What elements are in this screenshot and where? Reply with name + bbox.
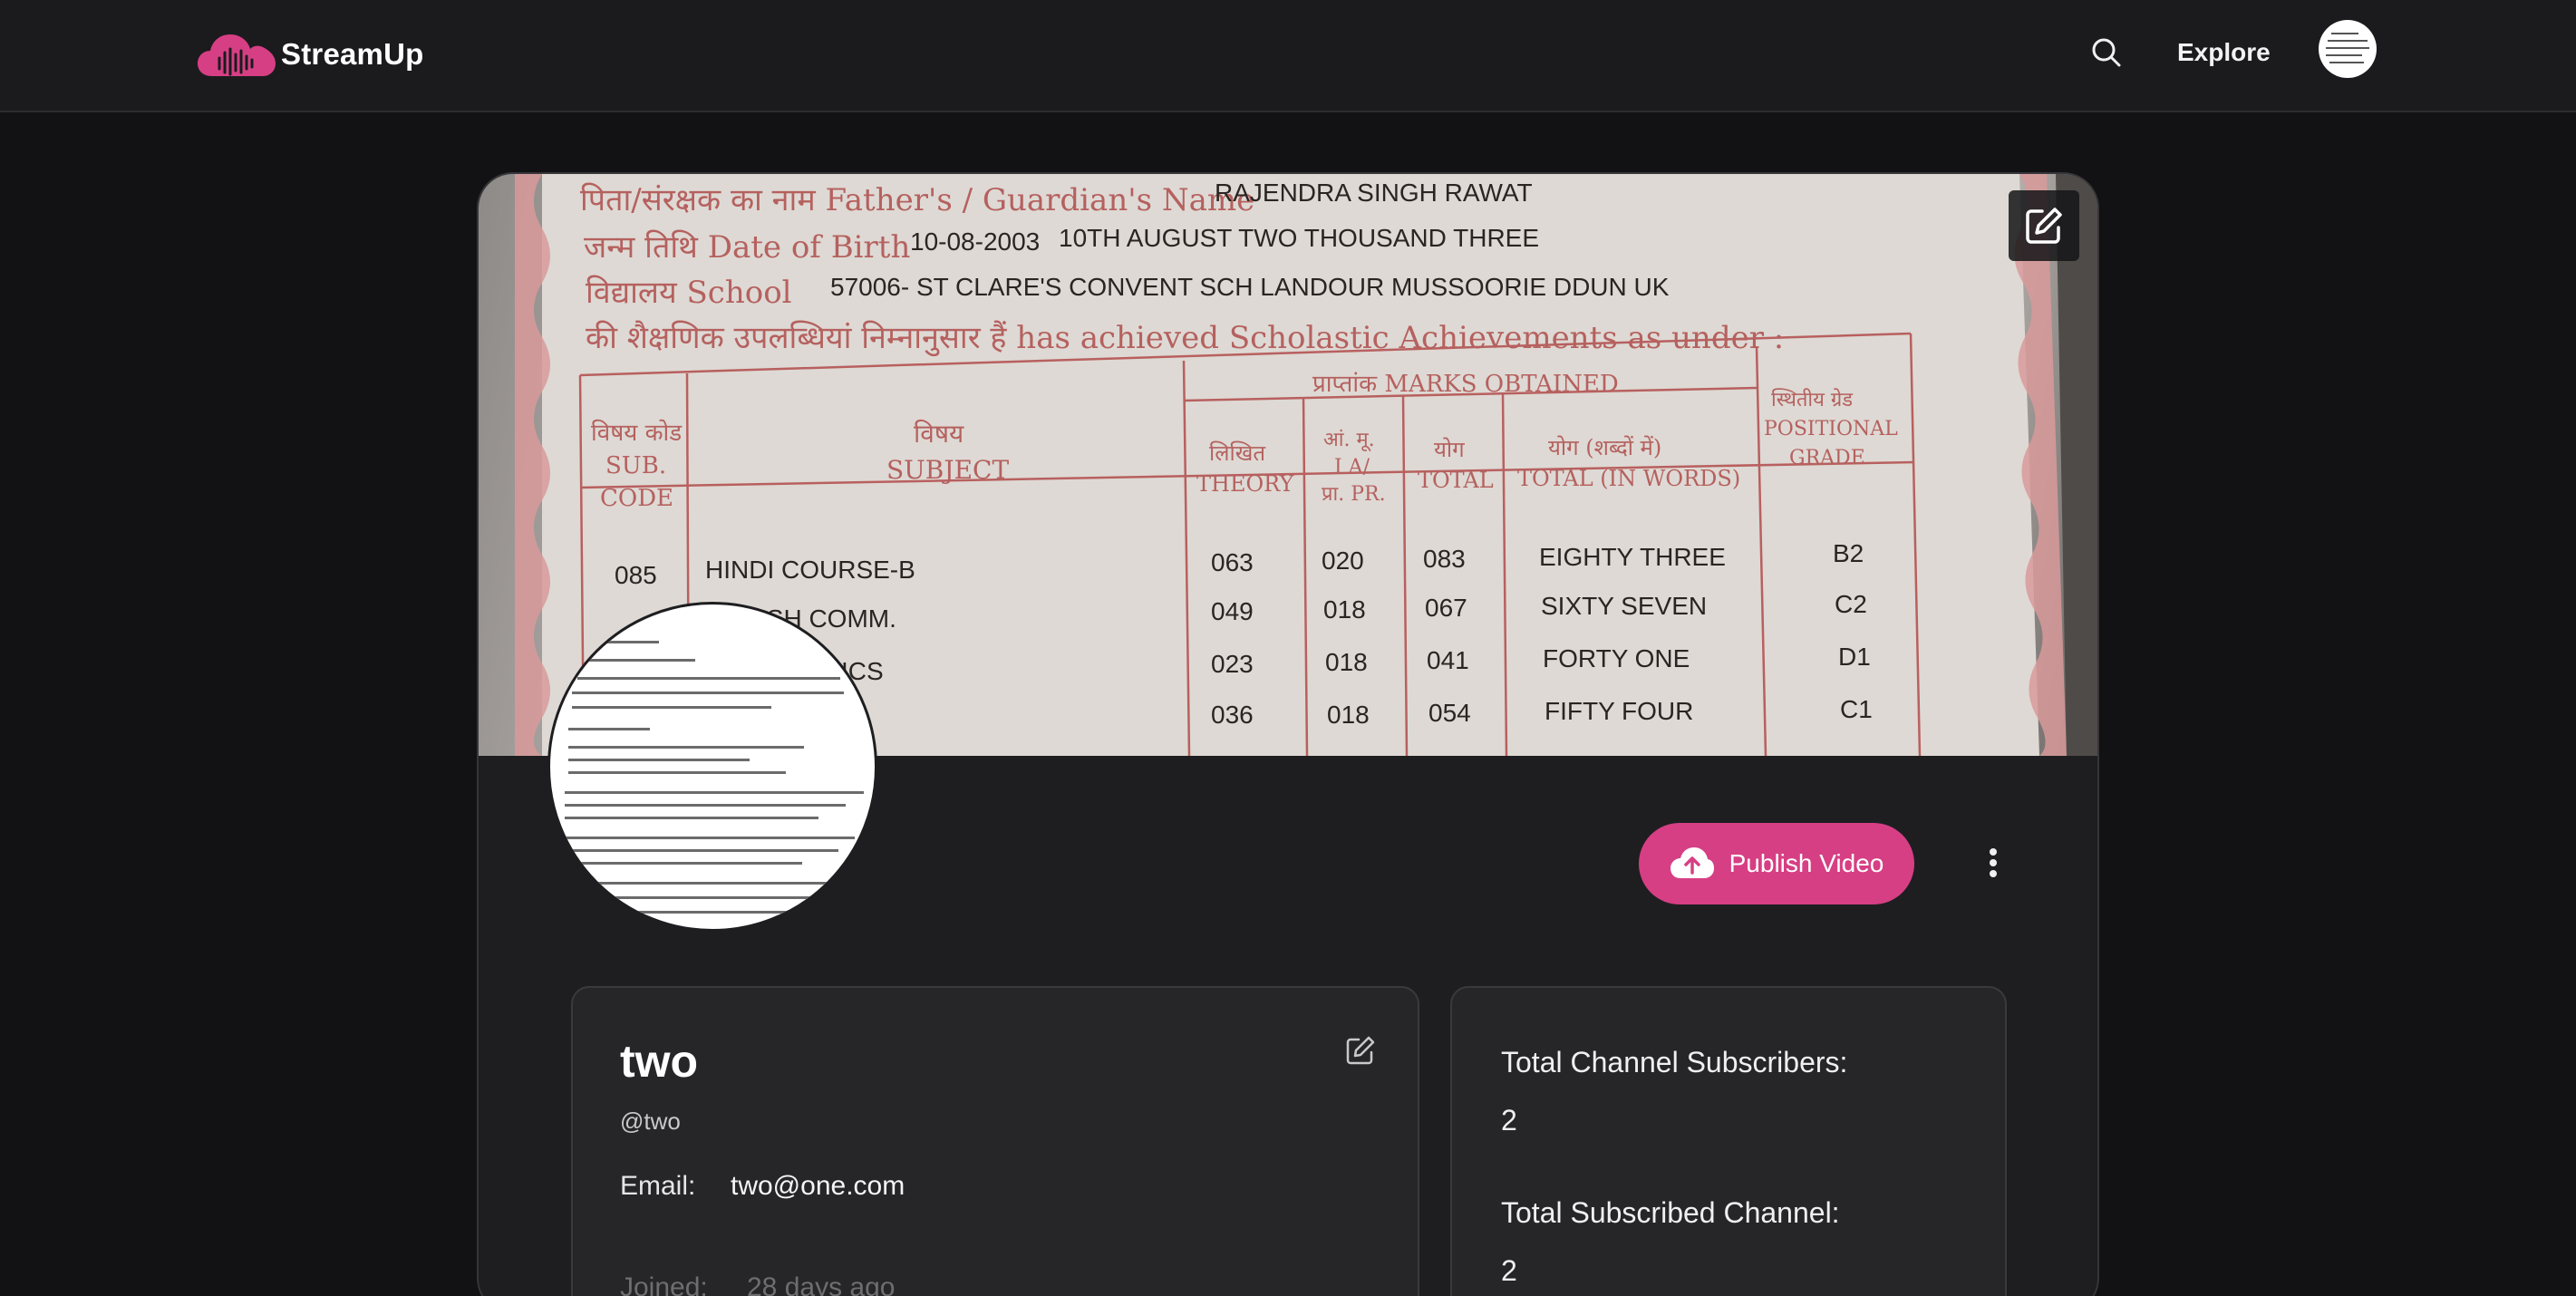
user-avatar[interactable] xyxy=(2319,20,2377,78)
row-2-ia: 018 xyxy=(1323,595,1366,624)
cover-line-1: पिता/संरक्षक का नाम Father's / Guardian'… xyxy=(580,182,1254,218)
subscribers-label: Total Channel Subscribers: xyxy=(1501,1046,1848,1078)
edit-icon xyxy=(1346,1036,1375,1065)
joined-row: Joined: 28 days ago xyxy=(620,1272,895,1296)
row-3-ia: 018 xyxy=(1325,648,1368,676)
channel-profile-card: पिता/संरक्षक का नाम Father's / Guardian'… xyxy=(477,172,2099,1296)
publish-video-label: Publish Video xyxy=(1729,849,1884,877)
row-4-total: 054 xyxy=(1428,699,1471,727)
cover-line-7: 57006- ST CLARE'S CONVENT SCH LANDOUR MU… xyxy=(830,273,1670,301)
row-2-total: 067 xyxy=(1425,594,1467,622)
edit-cover-button[interactable] xyxy=(2009,190,2079,261)
subscribed-label: Total Subscribed Channel: xyxy=(1501,1196,1840,1229)
brand-name: StreamUp xyxy=(281,37,424,71)
row-4-grade: C1 xyxy=(1840,695,1873,723)
row-3-total: 041 xyxy=(1427,646,1469,674)
explore-link[interactable]: Explore xyxy=(2177,34,2271,71)
row-1-subject: HINDI COURSE-B xyxy=(705,556,915,584)
row-3-words: FORTY ONE xyxy=(1543,644,1690,672)
row-1-theory: 063 xyxy=(1211,548,1254,576)
row-3-grade: D1 xyxy=(1838,643,1871,671)
subscribers-value: 2 xyxy=(1501,1104,1517,1136)
channel-name: two xyxy=(620,1036,699,1087)
subscribed-value: 2 xyxy=(1501,1254,1517,1287)
brand-link[interactable]: StreamUp xyxy=(196,27,423,82)
email-value: two@one.com xyxy=(731,1171,905,1201)
cover-line-3: जन्म तिथि Date of Birth xyxy=(584,229,910,266)
channel-handle: @two xyxy=(620,1107,681,1135)
row-2-theory: 049 xyxy=(1211,597,1254,625)
row-2-words: SIXTY SEVEN xyxy=(1541,592,1707,620)
email-row: Email: two@one.com xyxy=(620,1171,905,1202)
cover-line-6: विद्यालय School xyxy=(586,275,792,311)
joined-value: 28 days ago xyxy=(747,1272,896,1296)
row-1-total: 083 xyxy=(1423,545,1466,573)
edit-profile-button[interactable] xyxy=(1345,1035,1376,1066)
row-4-words: FIFTY FOUR xyxy=(1545,697,1693,725)
cloud-soundwave-icon xyxy=(196,31,277,78)
top-navbar: StreamUp Explore xyxy=(0,0,2576,112)
row-1-ia: 020 xyxy=(1322,546,1364,575)
row-1-grade: B2 xyxy=(1833,539,1864,567)
edit-icon xyxy=(2026,208,2062,244)
cover-line-5: 10TH AUGUST TWO THOUSAND THREE xyxy=(1059,224,1539,252)
row-3-theory: 023 xyxy=(1211,650,1254,678)
row-4-ia: 018 xyxy=(1327,701,1370,729)
cover-line-2: RAJENDRA SINGH RAWAT xyxy=(1215,179,1533,207)
th-marks: प्राप्तांक MARKS OBTAINED xyxy=(1312,371,1619,398)
cover-line-4: 10-08-2003 xyxy=(910,227,1040,256)
row-1-words: EIGHTY THREE xyxy=(1539,543,1726,571)
row-2-grade: C2 xyxy=(1835,590,1867,618)
row-4-theory: 036 xyxy=(1211,701,1254,729)
cloud-upload-icon xyxy=(1670,847,1714,878)
joined-label: Joined: xyxy=(620,1272,708,1296)
search-icon[interactable] xyxy=(2090,36,2123,69)
row-1-code: 085 xyxy=(615,561,657,589)
cover-line-8: की शैक्षणिक उपलब्धियां निम्नानुसार हैं h… xyxy=(586,320,1784,357)
channel-stats-panel: Total Channel Subscribers: 2 Total Subsc… xyxy=(1450,986,2007,1296)
publish-video-button[interactable]: Publish Video xyxy=(1639,823,1914,904)
channel-avatar[interactable] xyxy=(547,602,877,932)
email-label: Email: xyxy=(620,1171,696,1201)
more-vertical-icon[interactable] xyxy=(1980,843,2007,883)
channel-info-panel: two @two Email: two@one.com Joined: 28 d… xyxy=(571,986,1419,1296)
